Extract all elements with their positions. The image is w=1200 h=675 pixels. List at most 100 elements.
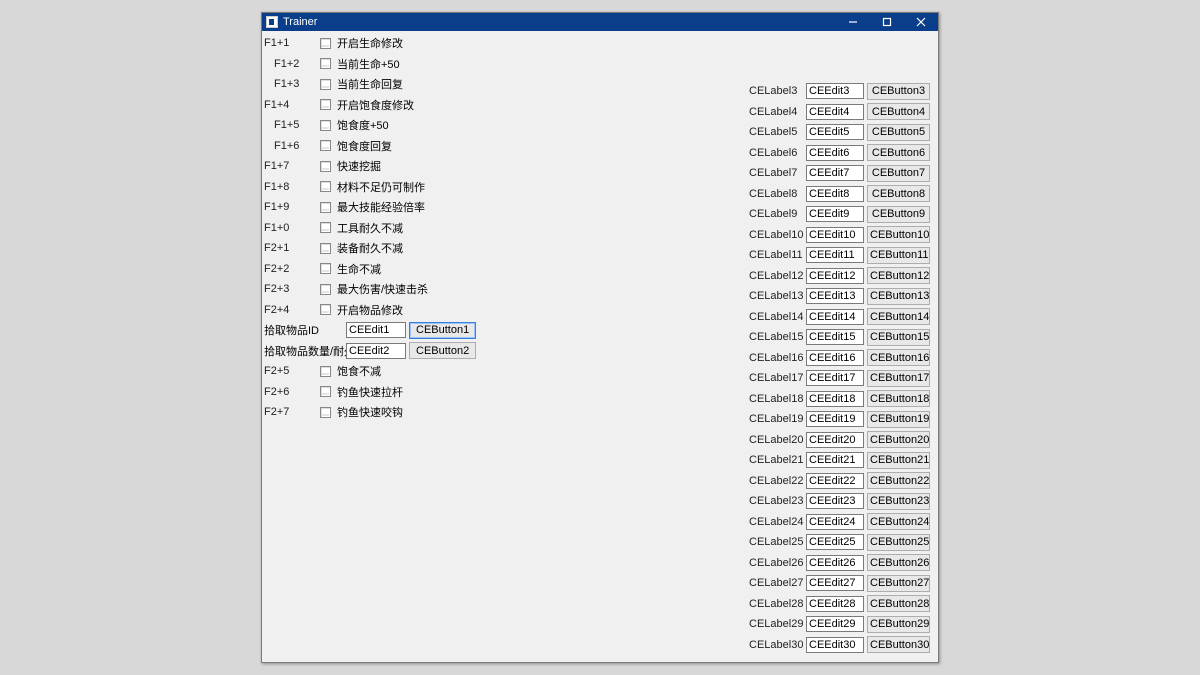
cheat-checkbox[interactable] [320, 222, 331, 233]
cheat-checkbox[interactable] [320, 284, 331, 295]
ce-button[interactable]: CEButton9 [867, 206, 930, 223]
cheat-checkbox[interactable] [320, 58, 331, 69]
hotkey-label: F1+4 [262, 99, 320, 111]
cheat-row: F2+6钓鱼快速拉杆 [262, 382, 542, 403]
ce-edit[interactable] [806, 555, 864, 571]
ce-edit[interactable] [806, 493, 864, 509]
cheat-row: F1+5饱食度+50 [262, 115, 542, 136]
ce-button[interactable]: CEButton8 [867, 185, 930, 202]
cheat-checkbox[interactable] [320, 263, 331, 274]
ce-edit[interactable] [806, 432, 864, 448]
ce-label: CELabel14 [749, 311, 803, 323]
hotkey-label: F1+0 [262, 222, 320, 234]
cheat-row: F1+6饱食度回复 [262, 136, 542, 157]
cheat-checkbox[interactable] [320, 120, 331, 131]
ce-row: CELabel15CEButton15 [749, 327, 934, 348]
ce-edit[interactable] [806, 145, 864, 161]
ce-button[interactable]: CEButton18 [867, 390, 930, 407]
ce-edit[interactable] [806, 370, 864, 386]
ce-edit[interactable] [806, 575, 864, 591]
ce-button[interactable]: CEButton13 [867, 288, 930, 305]
hotkey-label: F2+7 [262, 406, 320, 418]
ce-edit[interactable] [806, 206, 864, 222]
ce-edit[interactable] [806, 514, 864, 530]
ce-label: CELabel3 [749, 85, 803, 97]
ce-button[interactable]: CEButton29 [867, 616, 930, 633]
ce-edit[interactable] [806, 637, 864, 653]
cheat-label: 装备耐久不减 [337, 240, 403, 256]
cheat-checkbox[interactable] [320, 304, 331, 315]
pick-qty-input[interactable] [346, 343, 406, 359]
ce-edit[interactable] [806, 247, 864, 263]
ce-row: CELabel12CEButton12 [749, 266, 934, 287]
ce-edit[interactable] [806, 165, 864, 181]
cheat-checkbox[interactable] [320, 79, 331, 90]
ce-controls: CELabel3CEButton3CELabel4CEButton4CELabe… [749, 81, 934, 655]
ce-button[interactable]: CEButton25 [867, 534, 930, 551]
cheat-checkbox[interactable] [320, 181, 331, 192]
ce-button[interactable]: CEButton28 [867, 595, 930, 612]
ce-button[interactable]: CEButton15 [867, 329, 930, 346]
ce-button[interactable]: CEButton27 [867, 575, 930, 592]
ce-button[interactable]: CEButton11 [867, 247, 930, 264]
titlebar[interactable]: Trainer [262, 13, 938, 31]
cheat-checkbox[interactable] [320, 161, 331, 172]
ce-button[interactable]: CEButton21 [867, 452, 930, 469]
ce-button[interactable]: CEButton14 [867, 308, 930, 325]
ce-label: CELabel6 [749, 147, 803, 159]
ce-button[interactable]: CEButton6 [867, 144, 930, 161]
cheat-checkbox[interactable] [320, 366, 331, 377]
ce-edit[interactable] [806, 350, 864, 366]
ce-edit[interactable] [806, 391, 864, 407]
ce-label: CELabel7 [749, 167, 803, 179]
ce-button[interactable]: CEButton17 [867, 370, 930, 387]
ce-button[interactable]: CEButton26 [867, 554, 930, 571]
ce-row: CELabel28CEButton28 [749, 594, 934, 615]
ce-edit[interactable] [806, 186, 864, 202]
cheat-checkbox[interactable] [320, 202, 331, 213]
ce-edit[interactable] [806, 124, 864, 140]
ce-edit[interactable] [806, 227, 864, 243]
cheat-checkbox[interactable] [320, 140, 331, 151]
pick-qty-button[interactable]: CEButton2 [409, 342, 476, 359]
ce-edit[interactable] [806, 309, 864, 325]
cheat-checkbox[interactable] [320, 99, 331, 110]
minimize-button[interactable] [842, 15, 864, 29]
cheat-checkbox[interactable] [320, 38, 331, 49]
ce-edit[interactable] [806, 616, 864, 632]
pick-id-input[interactable] [346, 322, 406, 338]
ce-edit[interactable] [806, 473, 864, 489]
cheat-checkbox[interactable] [320, 386, 331, 397]
cheat-checkbox[interactable] [320, 243, 331, 254]
ce-row: CELabel14 CEButton14 [749, 307, 934, 328]
ce-button[interactable]: CEButton23 [867, 493, 930, 510]
ce-button[interactable]: CEButton16 [867, 349, 930, 366]
cheat-checkbox[interactable] [320, 407, 331, 418]
ce-button[interactable]: CEButton3 [867, 83, 930, 100]
ce-edit[interactable] [806, 83, 864, 99]
ce-edit[interactable] [806, 452, 864, 468]
ce-button[interactable]: CEButton22 [867, 472, 930, 489]
ce-button[interactable]: CEButton10 [867, 226, 930, 243]
ce-button[interactable]: CEButton12 [867, 267, 930, 284]
ce-button[interactable]: CEButton7 [867, 165, 930, 182]
ce-edit[interactable] [806, 329, 864, 345]
ce-button[interactable]: CEButton19 [867, 411, 930, 428]
ce-edit[interactable] [806, 288, 864, 304]
pick-id-button[interactable]: CEButton1 [409, 322, 476, 339]
cheat-label: 当前生命+50 [337, 56, 400, 72]
client-area: F1+1开启生命修改F1+2当前生命+50F1+3当前生命回复F1+4开启饱食度… [262, 31, 938, 662]
ce-button[interactable]: CEButton4 [867, 103, 930, 120]
ce-label: CELabel30 [749, 639, 803, 651]
ce-edit[interactable] [806, 411, 864, 427]
close-button[interactable] [910, 15, 932, 29]
ce-button[interactable]: CEButton5 [867, 124, 930, 141]
ce-button[interactable]: CEButton30 [867, 636, 930, 653]
ce-edit[interactable] [806, 104, 864, 120]
ce-button[interactable]: CEButton20 [867, 431, 930, 448]
ce-edit[interactable] [806, 268, 864, 284]
ce-edit[interactable] [806, 596, 864, 612]
maximize-button[interactable] [876, 15, 898, 29]
ce-button[interactable]: CEButton24 [867, 513, 930, 530]
ce-edit[interactable] [806, 534, 864, 550]
